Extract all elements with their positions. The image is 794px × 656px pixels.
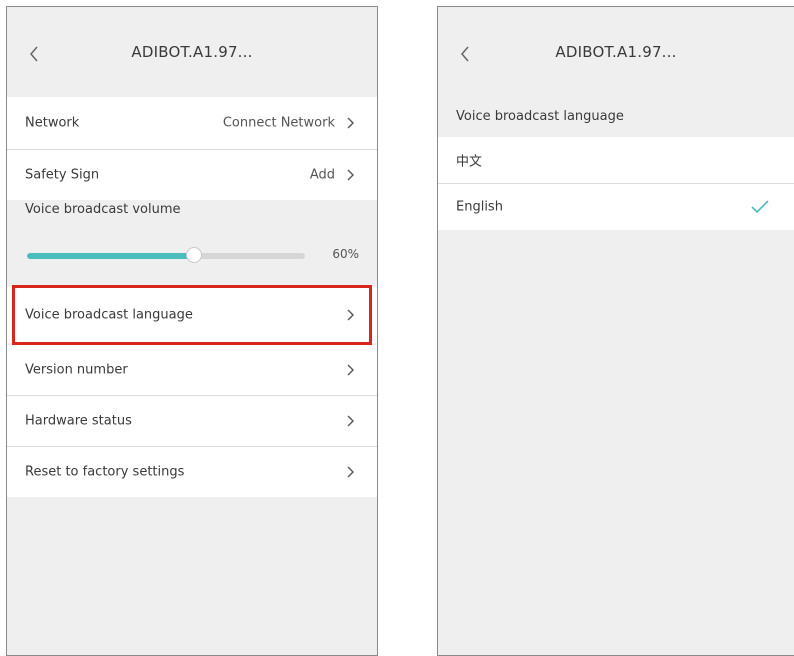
page-title: ADIBOT.A1.97...: [555, 43, 677, 61]
chevron-right-icon: [347, 364, 354, 376]
volume-section-label: Voice broadcast volume: [25, 202, 181, 217]
network-value: Connect Network: [222, 115, 335, 131]
settings-screen: ADIBOT.A1.97... Network Connect Network …: [6, 6, 378, 656]
nav-bar: ADIBOT.A1.97...: [438, 7, 794, 97]
volume-slider-fill: [27, 253, 194, 259]
language-option-label: 中文: [456, 154, 483, 170]
network-row[interactable]: Network Connect Network: [7, 97, 377, 149]
volume-slider-track[interactable]: [27, 253, 305, 259]
chevron-right-icon: [347, 117, 354, 129]
language-option-english[interactable]: English: [438, 184, 794, 230]
volume-slider-thumb[interactable]: [185, 247, 202, 263]
reset-row[interactable]: Reset to factory settings: [7, 447, 377, 497]
version-label: Version number: [25, 362, 128, 378]
safety-sign-row[interactable]: Safety Sign Add: [7, 150, 377, 200]
page-title: ADIBOT.A1.97...: [131, 43, 253, 61]
safety-sign-value: Add: [309, 167, 335, 183]
network-label: Network: [25, 115, 80, 131]
hardware-row[interactable]: Hardware status: [7, 396, 377, 446]
chevron-right-icon: [347, 415, 354, 427]
language-screen: ADIBOT.A1.97... Voice broadcast language…: [437, 6, 794, 656]
chevron-right-icon: [347, 169, 354, 181]
language-option-chinese[interactable]: 中文: [438, 137, 794, 183]
voice-language-label: Voice broadcast language: [25, 307, 193, 323]
language-option-label: English: [456, 199, 503, 215]
volume-slider-row: 60%: [7, 230, 377, 280]
volume-percent: 60%: [332, 247, 359, 261]
safety-sign-label: Safety Sign: [25, 167, 100, 183]
language-section-label: Voice broadcast language: [456, 109, 624, 124]
chevron-right-icon: [347, 466, 354, 478]
chevron-right-icon: [347, 309, 354, 321]
version-row[interactable]: Version number: [7, 345, 377, 395]
checkmark-icon: [751, 200, 769, 214]
hardware-label: Hardware status: [25, 413, 132, 429]
voice-language-row[interactable]: Voice broadcast language: [7, 287, 377, 343]
nav-bar: ADIBOT.A1.97...: [7, 7, 377, 97]
reset-label: Reset to factory settings: [25, 464, 185, 480]
